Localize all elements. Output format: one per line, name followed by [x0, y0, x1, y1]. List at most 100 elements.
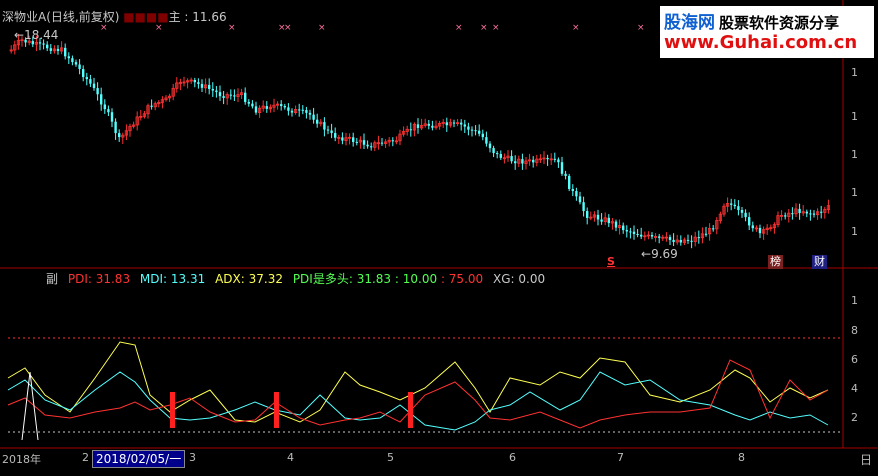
candle-body [614, 221, 618, 228]
candle-body [110, 112, 114, 122]
candle-body [791, 213, 794, 215]
event-marker: × [572, 23, 580, 33]
indicator-header: 副 PDI: 31.83 MDI: 13.31 ADX: 37.32 PDI是多… [46, 272, 546, 286]
candle-body [625, 230, 628, 232]
candle-body [85, 77, 88, 80]
signal-bar [170, 392, 175, 428]
candle-body [323, 122, 326, 130]
indicator-axis-tick: 6 [851, 353, 858, 366]
candle-body [370, 146, 373, 148]
candle-body [341, 137, 344, 141]
candle-body [71, 58, 74, 63]
candle-body [301, 109, 304, 111]
candle-body [640, 234, 643, 237]
s-marker[interactable]: S [605, 255, 617, 269]
candle-body [431, 125, 434, 128]
signal-bar [408, 392, 413, 428]
event-marker: × [284, 23, 292, 33]
candle-body [809, 213, 812, 215]
price-axis-tick: 1 [851, 225, 858, 238]
candle-body [92, 83, 96, 89]
indicator-axis-tick: 1 [851, 294, 858, 307]
candle-body [668, 237, 672, 240]
candle-body [474, 130, 477, 132]
candle-body [218, 92, 222, 97]
candle-body [244, 92, 247, 102]
candle-body [265, 106, 268, 109]
candle-body [712, 228, 715, 230]
candle-body [629, 231, 632, 233]
candle-body [305, 110, 308, 113]
indicator-axis-tick: 2 [851, 411, 858, 424]
candle-body [100, 94, 103, 105]
candle-body [208, 84, 211, 89]
candle-body [672, 239, 675, 243]
candle-body [553, 158, 556, 160]
candle-body [445, 122, 448, 126]
candle-body [49, 48, 52, 51]
price-axis-tick: 1 [851, 110, 858, 123]
signal-bar [274, 392, 279, 428]
candle-body [571, 188, 574, 192]
candle-body [521, 159, 524, 164]
candle-body [481, 133, 484, 138]
candle-body [326, 129, 330, 131]
chart-window[interactable]: ×××××××××××××× 深物业A(日线,前复权) ■■■■主 : 11.6… [0, 0, 878, 476]
finance-marker[interactable]: 财 [812, 255, 827, 269]
candle-body [737, 206, 740, 211]
high-price-label: ←18.44 [14, 28, 59, 42]
candle-body [600, 219, 603, 222]
candle-body [298, 109, 301, 111]
candle-body [211, 88, 214, 91]
candle-body [355, 141, 358, 143]
month-tick: 6 [509, 451, 516, 464]
candle-body [78, 64, 81, 70]
candle-body [467, 126, 470, 130]
price-chart[interactable]: ×××××××××××××× [0, 0, 878, 476]
candle-body [805, 211, 808, 214]
candle-body [330, 130, 333, 134]
candle-body [380, 142, 384, 144]
watermark-logo: 股海网 股票软件资源分享 www.Guhai.com.cn [660, 6, 874, 58]
candle-body [658, 236, 661, 238]
candle-body [308, 112, 312, 115]
candle-body [103, 104, 106, 110]
month-tick: 3 [189, 451, 196, 464]
period-button[interactable]: 日 [860, 451, 872, 468]
candle-body [496, 153, 499, 155]
field-label: 主 [168, 10, 181, 24]
candle-body [247, 101, 250, 104]
candle-body [222, 96, 225, 98]
candle-body [200, 83, 204, 88]
candle-body [820, 211, 823, 213]
candle-body [470, 129, 474, 131]
price-header: 深物业A(日线,前复权) ■■■■主 : 11.66 [2, 10, 227, 24]
candle-body [74, 62, 78, 65]
candle-body [362, 140, 366, 145]
candle-body [488, 143, 492, 149]
month-tick: 2 [82, 451, 89, 464]
candle-body [409, 129, 412, 131]
candle-body [67, 56, 70, 59]
candle-body [744, 212, 747, 218]
mdi-line [7, 371, 829, 431]
candle-body [316, 119, 319, 124]
rank-marker[interactable]: 榜 [768, 255, 783, 269]
candle-body [582, 202, 585, 212]
candle-body [733, 204, 736, 207]
candle-body [254, 106, 258, 113]
candle-body [679, 240, 682, 243]
candle-body [596, 214, 600, 220]
candle-body [229, 94, 232, 96]
candle-body [514, 161, 517, 164]
event-marker: × [228, 23, 236, 33]
candle-body [38, 42, 42, 44]
candle-body [280, 104, 283, 107]
date-cursor-box[interactable]: 2018/02/05/一 [92, 450, 186, 468]
candle-body [283, 106, 286, 108]
candle-body [193, 79, 196, 83]
year-label: 2018年 [2, 453, 41, 466]
candle-body [215, 90, 218, 93]
event-marker: × [637, 23, 645, 33]
candle-body [636, 233, 639, 235]
